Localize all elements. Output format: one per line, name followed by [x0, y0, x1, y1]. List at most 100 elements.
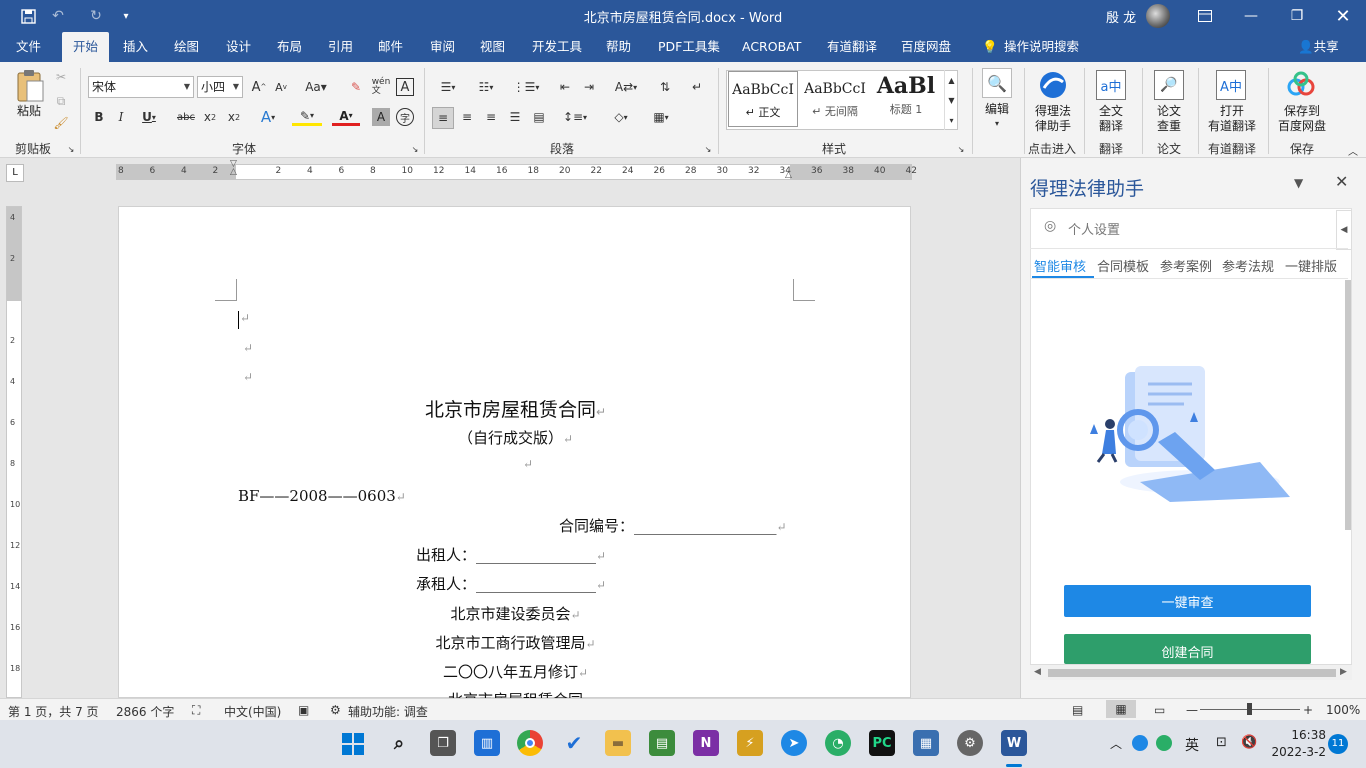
plagiarism-check-icon[interactable]: 🔎: [1154, 70, 1184, 100]
customize-qat-icon[interactable]: ▾: [114, 6, 138, 26]
tab-references[interactable]: 引用: [320, 32, 361, 62]
plagiarism-check-label[interactable]: 论文 查重: [1148, 104, 1190, 134]
clock-date[interactable]: 2022-3-2: [1266, 745, 1326, 759]
styles-more-icon[interactable]: ▾: [944, 110, 958, 130]
collapse-ribbon-icon[interactable]: ︿: [1346, 144, 1360, 158]
show-marks-icon[interactable]: ↵: [688, 78, 706, 96]
zoom-in-icon[interactable]: +: [1303, 703, 1313, 717]
pane-options-icon[interactable]: ▼: [1294, 176, 1303, 190]
tab-selector-icon[interactable]: L: [6, 164, 24, 182]
wechat-icon[interactable]: ◔: [825, 730, 851, 756]
subscript-icon[interactable]: x2: [202, 108, 218, 126]
tray-feishu-icon[interactable]: [1132, 735, 1148, 751]
windows-start-icon[interactable]: [341, 732, 365, 756]
justify-icon[interactable]: ☰: [506, 108, 524, 126]
deli-law-label[interactable]: 得理法 律助手: [1030, 104, 1076, 134]
paste-icon[interactable]: [14, 68, 46, 104]
format-painter-icon[interactable]: 🖌: [52, 114, 70, 132]
tab-mailings[interactable]: 邮件: [370, 32, 411, 62]
zoom-level[interactable]: 100%: [1326, 703, 1360, 717]
full-translate-icon[interactable]: a中: [1096, 70, 1126, 100]
tab-contract-templates[interactable]: 合同模板: [1097, 256, 1149, 275]
clear-format-icon[interactable]: ✎: [346, 78, 366, 96]
excel-like-icon[interactable]: ▤: [649, 730, 675, 756]
tab-help[interactable]: 帮助: [598, 32, 639, 62]
word-icon[interactable]: W: [1001, 730, 1027, 756]
save-icon[interactable]: [16, 6, 40, 26]
notification-badge[interactable]: 11: [1328, 734, 1348, 754]
widgets-icon[interactable]: ▥: [474, 730, 500, 756]
undo-icon[interactable]: ↶: [46, 6, 70, 26]
tab-insert[interactable]: 插入: [115, 32, 156, 62]
feishu-icon[interactable]: ➤: [781, 730, 807, 756]
ribbon-display-icon[interactable]: [1182, 0, 1228, 32]
redo-icon[interactable]: ↻: [84, 6, 108, 26]
tab-acrobat[interactable]: ACROBAT: [734, 32, 809, 62]
tray-wechat-icon[interactable]: [1156, 735, 1172, 751]
style-heading-1[interactable]: AaBl 标题 1: [872, 71, 940, 127]
tab-reference-laws[interactable]: 参考法规: [1222, 256, 1274, 275]
align-left-icon[interactable]: ≡: [432, 107, 454, 129]
todo-icon[interactable]: ✔: [561, 730, 587, 756]
align-right-icon[interactable]: ≡: [482, 108, 500, 126]
style-normal[interactable]: AaBbCcI ↵ 正文: [728, 71, 798, 127]
accessibility-status[interactable]: 辅助功能: 调查: [348, 703, 428, 720]
baidu-cloud-icon[interactable]: [1286, 70, 1316, 100]
chrome-icon[interactable]: [517, 730, 543, 756]
create-contract-button[interactable]: 创建合同: [1064, 634, 1311, 664]
chevron-down-icon[interactable]: ▾: [990, 118, 1004, 128]
right-indent-marker-icon[interactable]: △: [785, 170, 792, 180]
pycharm-icon[interactable]: PC: [869, 730, 895, 756]
one-click-review-button[interactable]: 一键审查: [1064, 585, 1311, 617]
increase-indent-icon[interactable]: ⇥: [580, 78, 598, 96]
styles-launcher-icon[interactable]: ↘: [956, 144, 966, 154]
tab-view[interactable]: 视图: [472, 32, 513, 62]
zoom-slider-thumb[interactable]: [1247, 703, 1252, 715]
macro-icon[interactable]: ▣: [298, 703, 309, 717]
tab-youdao[interactable]: 有道翻译: [819, 32, 885, 62]
char-border-icon[interactable]: A: [396, 78, 414, 96]
phonetic-guide-icon[interactable]: wén 文: [370, 76, 392, 98]
paste-label[interactable]: 粘贴: [10, 104, 48, 119]
word-count[interactable]: 2866 个字: [116, 703, 174, 720]
pane-scrollbar-h[interactable]: ◀ ▶: [1030, 664, 1352, 680]
user-settings-icon[interactable]: ◎: [1044, 218, 1056, 234]
tab-file[interactable]: 文件: [8, 32, 49, 62]
highlight-icon[interactable]: ✎ ▾: [292, 108, 322, 126]
bold-icon[interactable]: B: [90, 108, 108, 126]
user-name[interactable]: 殷 龙: [1106, 7, 1136, 26]
print-layout-icon[interactable]: ▦: [1106, 700, 1136, 718]
tab-design[interactable]: 设计: [218, 32, 259, 62]
youdao-open-label[interactable]: 打开 有道翻译: [1202, 104, 1262, 134]
task-view-icon[interactable]: ❐: [430, 730, 456, 756]
tab-draw[interactable]: 绘图: [166, 32, 207, 62]
minimize-button[interactable]: —: [1228, 0, 1274, 32]
tab-pdf-tools[interactable]: PDF工具集: [650, 32, 728, 62]
sort-icon[interactable]: ⇅: [656, 78, 674, 96]
find-icon[interactable]: 🔍: [982, 68, 1012, 98]
network-icon[interactable]: ⊡: [1216, 735, 1227, 750]
network-tool-icon[interactable]: ⚡: [737, 730, 763, 756]
paragraph-launcher-icon[interactable]: ↘: [703, 144, 713, 154]
align-center-icon[interactable]: ≡: [458, 108, 476, 126]
style-no-spacing[interactable]: AaBbCcI ↵ 无间隔: [800, 71, 870, 127]
tab-review[interactable]: 审阅: [422, 32, 463, 62]
shading-icon[interactable]: ◇ ▾: [606, 108, 636, 126]
enclose-char-icon[interactable]: 字: [396, 108, 414, 126]
shrink-font-icon[interactable]: Av: [272, 78, 290, 96]
zoom-out-icon[interactable]: —: [1186, 703, 1198, 717]
search-icon[interactable]: ⌕: [386, 730, 412, 756]
cut-icon[interactable]: ✂: [52, 68, 70, 86]
youdao-open-icon[interactable]: A中: [1216, 70, 1246, 100]
pane-close-icon[interactable]: ✕: [1335, 172, 1348, 191]
page-count[interactable]: 第 1 页，共 7 页: [8, 703, 99, 720]
superscript-icon[interactable]: x2: [226, 108, 242, 126]
language-status[interactable]: 中文(中国): [224, 703, 281, 720]
restore-button[interactable]: ❐: [1274, 0, 1320, 32]
deli-law-icon[interactable]: [1038, 70, 1068, 100]
styles-scroll-down-icon[interactable]: ▼: [944, 90, 958, 110]
strikethrough-icon[interactable]: abc: [176, 108, 196, 126]
settings-icon[interactable]: ⚙: [957, 730, 983, 756]
scroll-thumb[interactable]: [1048, 669, 1336, 677]
decrease-indent-icon[interactable]: ⇤: [556, 78, 574, 96]
